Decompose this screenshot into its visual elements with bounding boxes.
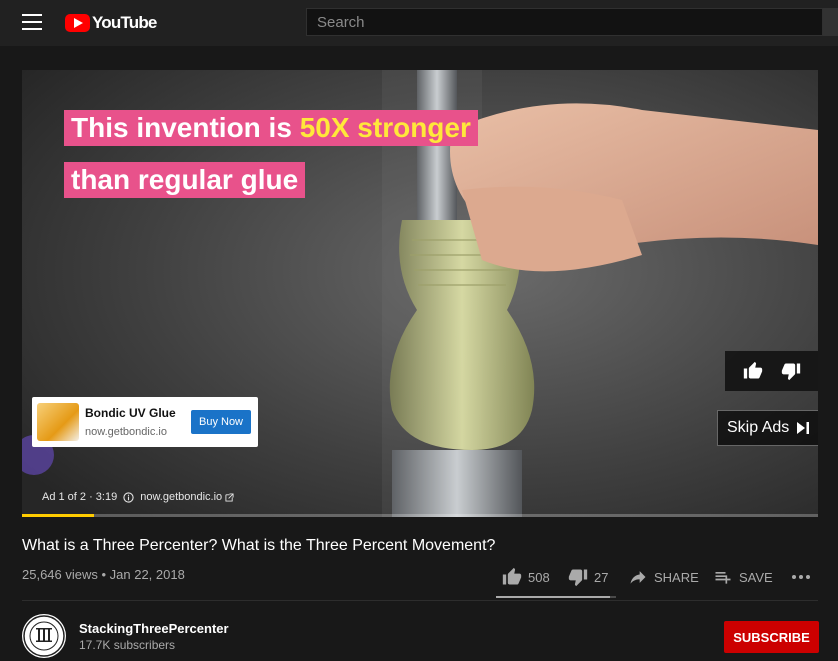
menu-icon[interactable] xyxy=(22,14,42,30)
skip-ads-label: Skip Ads xyxy=(727,419,790,436)
playlist-add-icon xyxy=(715,572,731,584)
skip-ads-button[interactable]: Skip Ads xyxy=(717,410,818,446)
more-horizontal-icon[interactable] xyxy=(790,570,812,584)
search-button[interactable] xyxy=(823,8,838,36)
thumbs-down-icon xyxy=(568,569,588,587)
ad-rating-box xyxy=(725,351,818,391)
video-player[interactable]: This invention is 50X stronger than regu… xyxy=(22,70,818,517)
overlay-caption-line1: This invention is 50X stronger xyxy=(64,110,478,146)
save-label: SAVE xyxy=(739,569,773,585)
overlay-caption-line2: than regular glue xyxy=(64,162,306,198)
channel-avatar[interactable] xyxy=(22,614,66,658)
ad-progress-bar[interactable] xyxy=(22,514,818,517)
subscriber-count: 17.7K subscribers xyxy=(79,638,176,652)
info-icon[interactable] xyxy=(123,491,134,503)
ad-info: Ad 1 of 2 · 3:19 now.getbondic.io xyxy=(42,491,234,503)
youtube-play-icon xyxy=(65,14,90,32)
skip-next-icon xyxy=(797,422,810,434)
thumbs-up-icon[interactable] xyxy=(743,361,763,381)
dislike-button[interactable]: 27 xyxy=(568,567,608,587)
channel-name[interactable]: StackingThreePercenter xyxy=(79,621,229,636)
thumbs-up-icon xyxy=(502,567,522,585)
share-button[interactable]: SHARE xyxy=(628,567,699,587)
video-title: What is a Three Percenter? What is the T… xyxy=(22,537,496,554)
ad-progress-fill xyxy=(22,514,94,517)
ad-url: now.getbondic.io xyxy=(85,426,167,438)
sentiment-fill xyxy=(496,596,610,598)
subscribe-button[interactable]: SUBSCRIBE xyxy=(724,621,819,653)
sentiment-bar xyxy=(496,596,616,598)
like-count: 508 xyxy=(528,569,550,585)
share-arrow-icon xyxy=(630,571,646,584)
buy-now-button[interactable]: Buy Now xyxy=(191,410,251,434)
share-label: SHARE xyxy=(654,569,699,585)
like-button[interactable]: 508 xyxy=(502,567,550,587)
logo-text: YouTube xyxy=(92,13,157,32)
view-count-date: 25,646 views • Jan 22, 2018 xyxy=(22,567,185,582)
ad-card[interactable]: Bondic UV Glue now.getbondic.io Buy Now xyxy=(32,397,258,447)
three-percent-emblem xyxy=(23,615,65,657)
dislike-count: 27 xyxy=(594,569,609,585)
save-button[interactable]: SAVE xyxy=(713,567,773,587)
external-link-icon xyxy=(225,492,234,502)
overlay-highlight: 50X stronger xyxy=(299,112,471,143)
ad-product-name: Bondic UV Glue xyxy=(85,406,176,420)
search-input[interactable] xyxy=(306,8,823,36)
youtube-logo[interactable]: YouTube xyxy=(65,11,157,35)
top-bar: YouTube xyxy=(0,0,838,46)
ad-position-duration: Ad 1 of 2 · 3:19 xyxy=(42,491,118,503)
ad-domain-link[interactable]: now.getbondic.io xyxy=(140,491,222,503)
thumbs-down-icon[interactable] xyxy=(781,361,801,381)
divider xyxy=(22,600,818,601)
ad-thumbnail xyxy=(37,403,79,441)
